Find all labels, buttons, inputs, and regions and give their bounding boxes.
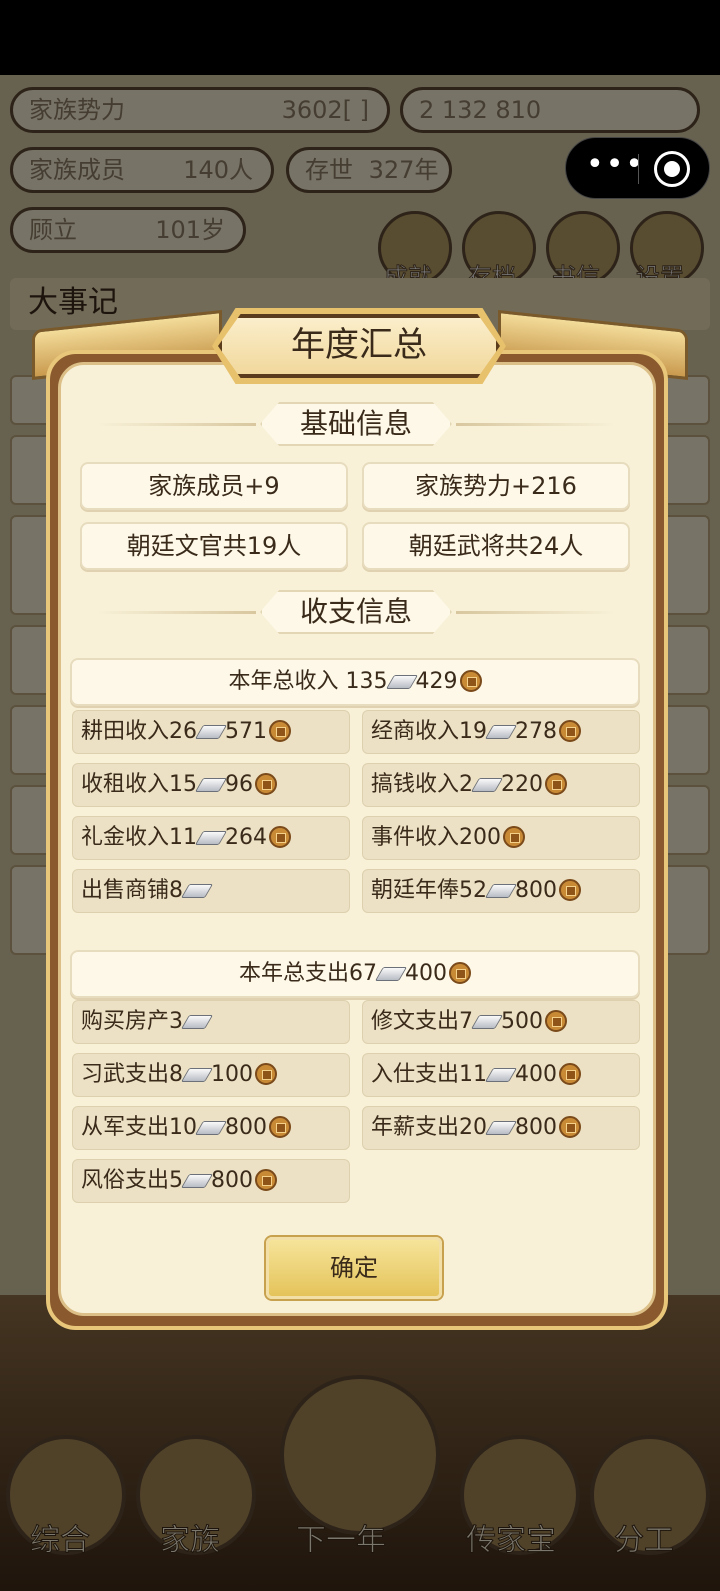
silver-ingot-icon	[194, 831, 228, 845]
income-item-label: 礼金收入11	[81, 825, 197, 850]
expense-item-label: 修文支出7	[371, 1009, 473, 1034]
divider-line	[456, 611, 616, 614]
income-item-label: 朝廷年俸52	[371, 878, 487, 903]
income-item: 礼金收入11 264	[72, 816, 350, 860]
copper-coin-icon	[269, 720, 291, 742]
income-item-label: 经商收入19	[371, 719, 487, 744]
divider-line	[96, 423, 256, 426]
expense-item-coins: 400	[515, 1062, 557, 1087]
income-item-coins: 800	[515, 878, 557, 903]
copper-coin-icon	[449, 962, 471, 984]
silver-ingot-icon	[194, 1121, 228, 1135]
expense-item: 入仕支出11 400	[362, 1053, 640, 1097]
divider-line	[96, 611, 256, 614]
copper-coin-icon	[255, 773, 277, 795]
copper-coin-icon	[559, 1063, 581, 1085]
expense-item-coins: 500	[501, 1009, 543, 1034]
expense-item: 从军支出10 800	[72, 1106, 350, 1150]
basic-info-civil-officials: 朝廷文官共19人	[80, 522, 348, 570]
silver-ingot-icon	[180, 1174, 214, 1188]
income-item: 搞钱收入2 220	[362, 763, 640, 807]
expense-total: 本年总支出67 400	[70, 950, 640, 998]
silver-ingot-icon	[484, 1121, 518, 1135]
expense-item-coins: 800	[225, 1115, 267, 1140]
income-item-coins: 264	[225, 825, 267, 850]
income-total-coins: 429	[415, 669, 458, 694]
silver-ingot-icon	[194, 778, 228, 792]
expense-item-coins: 800	[211, 1168, 253, 1193]
income-total: 本年总收入 135 429	[70, 658, 640, 706]
income-item-label: 事件收入200	[371, 825, 501, 850]
more-dots-icon[interactable]: •••	[586, 150, 643, 182]
expense-item: 修文支出7 500	[362, 1000, 640, 1044]
copper-coin-icon	[459, 670, 482, 692]
expense-item-label: 从军支出10	[81, 1115, 197, 1140]
income-item-coins: 571	[225, 719, 267, 744]
copper-coin-icon	[545, 1010, 567, 1032]
expense-item-coins: 100	[211, 1062, 253, 1087]
modal-title: 年度汇总	[218, 314, 500, 378]
expense-item-label: 年薪支出20	[371, 1115, 487, 1140]
expense-item: 习武支出8 100	[72, 1053, 350, 1097]
silver-ingot-icon	[470, 1015, 504, 1029]
income-total-label: 本年总收入 135	[228, 669, 388, 694]
confirm-button[interactable]: 确定	[266, 1237, 442, 1299]
income-item: 事件收入200	[362, 816, 640, 860]
copper-coin-icon	[545, 773, 567, 795]
expense-item-label: 习武支出8	[81, 1062, 183, 1087]
basic-info-military-generals: 朝廷武将共24人	[362, 522, 630, 570]
silver-ingot-icon	[470, 778, 504, 792]
income-item: 收租收入15 96	[72, 763, 350, 807]
income-item: 经商收入19 278	[362, 710, 640, 754]
mini-program-capsule: •••	[565, 137, 710, 199]
finance-info-header: 收支信息	[96, 590, 616, 634]
expense-item: 风俗支出5 800	[72, 1159, 350, 1203]
divider-line	[456, 423, 616, 426]
close-target-icon[interactable]	[654, 151, 690, 187]
copper-coin-icon	[255, 1169, 277, 1191]
expense-item-coins: 800	[515, 1115, 557, 1140]
copper-coin-icon	[255, 1063, 277, 1085]
income-item: 耕田收入26 571	[72, 710, 350, 754]
basic-info-members: 家族成员+9	[80, 462, 348, 510]
capsule-divider	[638, 154, 639, 184]
income-item-coins: 220	[501, 772, 543, 797]
basic-info-power: 家族势力+216	[362, 462, 630, 510]
finance-info-title: 收支信息	[260, 590, 452, 634]
copper-coin-icon	[269, 1116, 291, 1138]
silver-ingot-icon	[180, 884, 214, 898]
expense-item-label: 入仕支出11	[371, 1062, 487, 1087]
copper-coin-icon	[559, 720, 581, 742]
silver-ingot-icon	[194, 725, 228, 739]
income-item-coins: 96	[225, 772, 253, 797]
silver-ingot-icon	[484, 1068, 518, 1082]
income-item: 出售商铺8	[72, 869, 350, 913]
income-item-coins: 278	[515, 719, 557, 744]
copper-coin-icon	[559, 879, 581, 901]
silver-ingot-icon	[374, 967, 408, 981]
basic-info-title: 基础信息	[260, 402, 452, 446]
silver-ingot-icon	[385, 675, 418, 689]
expense-item-label: 风俗支出5	[81, 1168, 183, 1193]
copper-coin-icon	[559, 1116, 581, 1138]
basic-info-header: 基础信息	[96, 402, 616, 446]
silver-ingot-icon	[180, 1068, 214, 1082]
expense-item: 购买房产3	[72, 1000, 350, 1044]
copper-coin-icon	[503, 826, 525, 848]
expense-total-coins: 400	[405, 961, 447, 986]
expense-item-label: 购买房产3	[81, 1009, 183, 1034]
expense-total-label: 本年总支出67	[239, 961, 377, 986]
silver-ingot-icon	[180, 1015, 214, 1029]
income-item-label: 耕田收入26	[81, 719, 197, 744]
expense-item: 年薪支出20 800	[362, 1106, 640, 1150]
silver-ingot-icon	[484, 884, 518, 898]
income-item-label: 出售商铺8	[81, 878, 183, 903]
income-item-label: 搞钱收入2	[371, 772, 473, 797]
silver-ingot-icon	[484, 725, 518, 739]
income-item-label: 收租收入15	[81, 772, 197, 797]
income-item: 朝廷年俸52 800	[362, 869, 640, 913]
copper-coin-icon	[269, 826, 291, 848]
